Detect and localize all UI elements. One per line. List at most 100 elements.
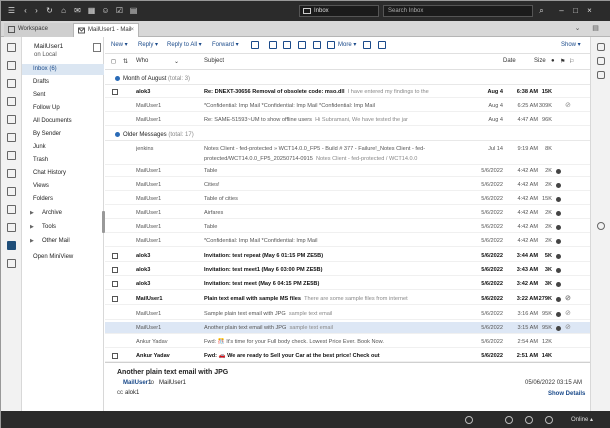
- forward-button[interactable]: Forward ▾: [212, 41, 239, 50]
- tab-list-icon[interactable]: ⌄: [573, 24, 582, 33]
- settings-rail-icon[interactable]: [7, 223, 16, 232]
- nav-item-follow-up[interactable]: Follow Up: [22, 103, 104, 114]
- preview-to-name[interactable]: MailUser1: [159, 380, 186, 386]
- mail-icon[interactable]: ✉: [73, 6, 82, 15]
- close-tab-icon[interactable]: ×: [130, 24, 134, 37]
- status-dot-icon[interactable]: [556, 183, 561, 188]
- column-who[interactable]: Who: [136, 58, 148, 64]
- feeds-icon[interactable]: [597, 57, 605, 65]
- replication-status-icon[interactable]: [505, 416, 513, 424]
- status-dot-icon[interactable]: [556, 254, 561, 259]
- preview-from[interactable]: MailUser1: [123, 380, 151, 386]
- flag-column-icon[interactable]: ⚑: [560, 58, 565, 65]
- table-row[interactable]: MailUser1 Airfares 5/6/2022 4:42 AM 2K: [105, 207, 590, 219]
- group-header[interactable]: Month of August (total: 3): [105, 73, 590, 85]
- table-row[interactable]: alok3 Re: DNEXT-30656 Removal of obsolete…: [105, 86, 590, 98]
- copy-icon[interactable]: [378, 41, 386, 49]
- status-dot-icon[interactable]: [556, 268, 561, 273]
- column-sort-icon[interactable]: ⌄: [174, 58, 179, 65]
- table-row[interactable]: MailUser1 Sample plain text email with JP…: [105, 308, 590, 320]
- more-button[interactable]: More ▾: [338, 41, 356, 50]
- history-rail-icon[interactable]: [7, 205, 16, 214]
- active-app-rail-icon[interactable]: [7, 241, 16, 250]
- show-details-link[interactable]: Show Details: [548, 391, 585, 397]
- mail-rail-icon[interactable]: [7, 61, 16, 70]
- calendar-action-icon[interactable]: [313, 41, 321, 49]
- workspace-rail-icon[interactable]: [7, 187, 16, 196]
- maximize-icon[interactable]: □: [571, 6, 580, 15]
- online-status[interactable]: Online ▴: [571, 416, 593, 423]
- chat-status-icon[interactable]: [525, 416, 533, 424]
- new-button[interactable]: New ▾: [111, 41, 128, 50]
- todo-icon[interactable]: ☑: [115, 6, 124, 15]
- contacts-rail-icon[interactable]: [7, 97, 16, 106]
- add-icon[interactable]: [327, 41, 335, 49]
- close-icon[interactable]: ×: [585, 6, 594, 15]
- sametime-icon[interactable]: [597, 43, 605, 51]
- column-date[interactable]: Date: [503, 58, 516, 64]
- expand-twisty-icon[interactable]: ▶: [30, 222, 34, 233]
- status-dot-icon[interactable]: [556, 326, 561, 331]
- nav-item-sent[interactable]: Sent: [22, 90, 104, 101]
- group-header[interactable]: Older Messages (total: 17): [105, 129, 590, 141]
- nav-item-archive[interactable]: ▶ Archive: [22, 208, 104, 219]
- status-dot-icon[interactable]: [556, 211, 561, 216]
- folder-move-icon[interactable]: [269, 41, 277, 49]
- expand-twisty-icon[interactable]: ▶: [30, 236, 34, 247]
- compose-icon[interactable]: [93, 43, 101, 52]
- table-row[interactable]: MailUser1 Table 5/6/2022 4:42 AM 2K: [105, 221, 590, 233]
- show-button[interactable]: Show ▾: [561, 41, 581, 50]
- notebook-icon[interactable]: ▤: [129, 6, 138, 15]
- todo-rail-icon[interactable]: [7, 115, 16, 124]
- tag-icon[interactable]: [283, 41, 291, 49]
- table-row[interactable]: MailUser1 Plain text email with sample MS…: [105, 293, 590, 305]
- flag-icon[interactable]: [251, 41, 259, 49]
- attachment-column-icon[interactable]: ⚐: [569, 58, 574, 65]
- status-dot-icon[interactable]: [556, 297, 561, 302]
- search-input[interactable]: Search Inbox: [383, 5, 533, 17]
- tab-mail[interactable]: MailUser1 - Mail ×: [73, 23, 139, 37]
- table-row[interactable]: Ankur Yadav Fwd: 🎊 It's time for your Ful…: [105, 336, 590, 348]
- table-row[interactable]: MailUser1 Table 5/6/2022 4:42 AM 2K: [105, 165, 590, 177]
- status-dot-icon[interactable]: [556, 312, 561, 317]
- back-icon[interactable]: ‹: [21, 6, 30, 15]
- table-row[interactable]: alok3 Invitation: test repeat (May 6 01:1…: [105, 250, 590, 262]
- forward-icon[interactable]: ›: [32, 6, 41, 15]
- nav-item-other-mail[interactable]: ▶ Other Mail: [22, 236, 104, 247]
- chat-rail-icon[interactable]: [7, 169, 16, 178]
- nav-item-by-sender[interactable]: By Sender: [22, 129, 104, 140]
- search-rail-icon[interactable]: [7, 43, 16, 52]
- table-row[interactable]: protected/WCT14.0.0_FP5_20250714-0915 No…: [105, 153, 590, 165]
- reload-icon[interactable]: ↻: [45, 6, 54, 15]
- sort-icon[interactable]: ⇅: [123, 58, 128, 65]
- settings-status-icon[interactable]: [545, 416, 553, 424]
- table-row[interactable]: MailUser1 Re: SAME-51593~UM to show offli…: [105, 114, 590, 126]
- table-row[interactable]: MailUser1 Another plain text email with J…: [105, 322, 590, 334]
- calendar-rail-icon[interactable]: [7, 79, 16, 88]
- home-icon[interactable]: ⌂: [59, 6, 68, 15]
- print-icon[interactable]: [363, 41, 371, 49]
- expand-twisty-icon[interactable]: ▶: [30, 208, 34, 219]
- status-dot-icon[interactable]: [556, 169, 561, 174]
- nav-item-tools[interactable]: ▶ Tools: [22, 222, 104, 233]
- nav-item-folders[interactable]: Folders: [22, 194, 104, 205]
- nav-item-junk[interactable]: Junk: [22, 142, 104, 153]
- calendar-icon[interactable]: ▦: [87, 6, 96, 15]
- location-field[interactable]: Inbox: [299, 5, 379, 17]
- table-row[interactable]: Ankur Yadav Fwd: 🚗 We are ready to Sell y…: [105, 350, 590, 362]
- tab-menu-icon[interactable]: ▤: [591, 24, 600, 33]
- help-rail-icon[interactable]: [7, 259, 16, 268]
- table-row[interactable]: MailUser1 *Confidential: Imp Mail *Confid…: [105, 100, 590, 112]
- nav-item-trash[interactable]: Trash: [22, 155, 104, 166]
- table-row[interactable]: alok3 Invitation: test meet1 (May 6 03:00…: [105, 264, 590, 276]
- preview-cc-name[interactable]: alok1: [125, 390, 139, 396]
- nav-item-drafts[interactable]: Drafts: [22, 77, 104, 88]
- reply-button[interactable]: Reply ▾: [138, 41, 158, 50]
- collapse-icon[interactable]: [115, 76, 120, 81]
- tab-workspace[interactable]: Workspace: [4, 23, 74, 37]
- sidebar-toggle-icon[interactable]: [597, 222, 605, 230]
- delete-icon[interactable]: [298, 41, 306, 49]
- table-row[interactable]: alok3 Invitation: test meet (May 6 04:15 …: [105, 278, 590, 290]
- nav-item-all-documents[interactable]: All Documents: [22, 116, 104, 127]
- status-dot-icon[interactable]: [556, 197, 561, 202]
